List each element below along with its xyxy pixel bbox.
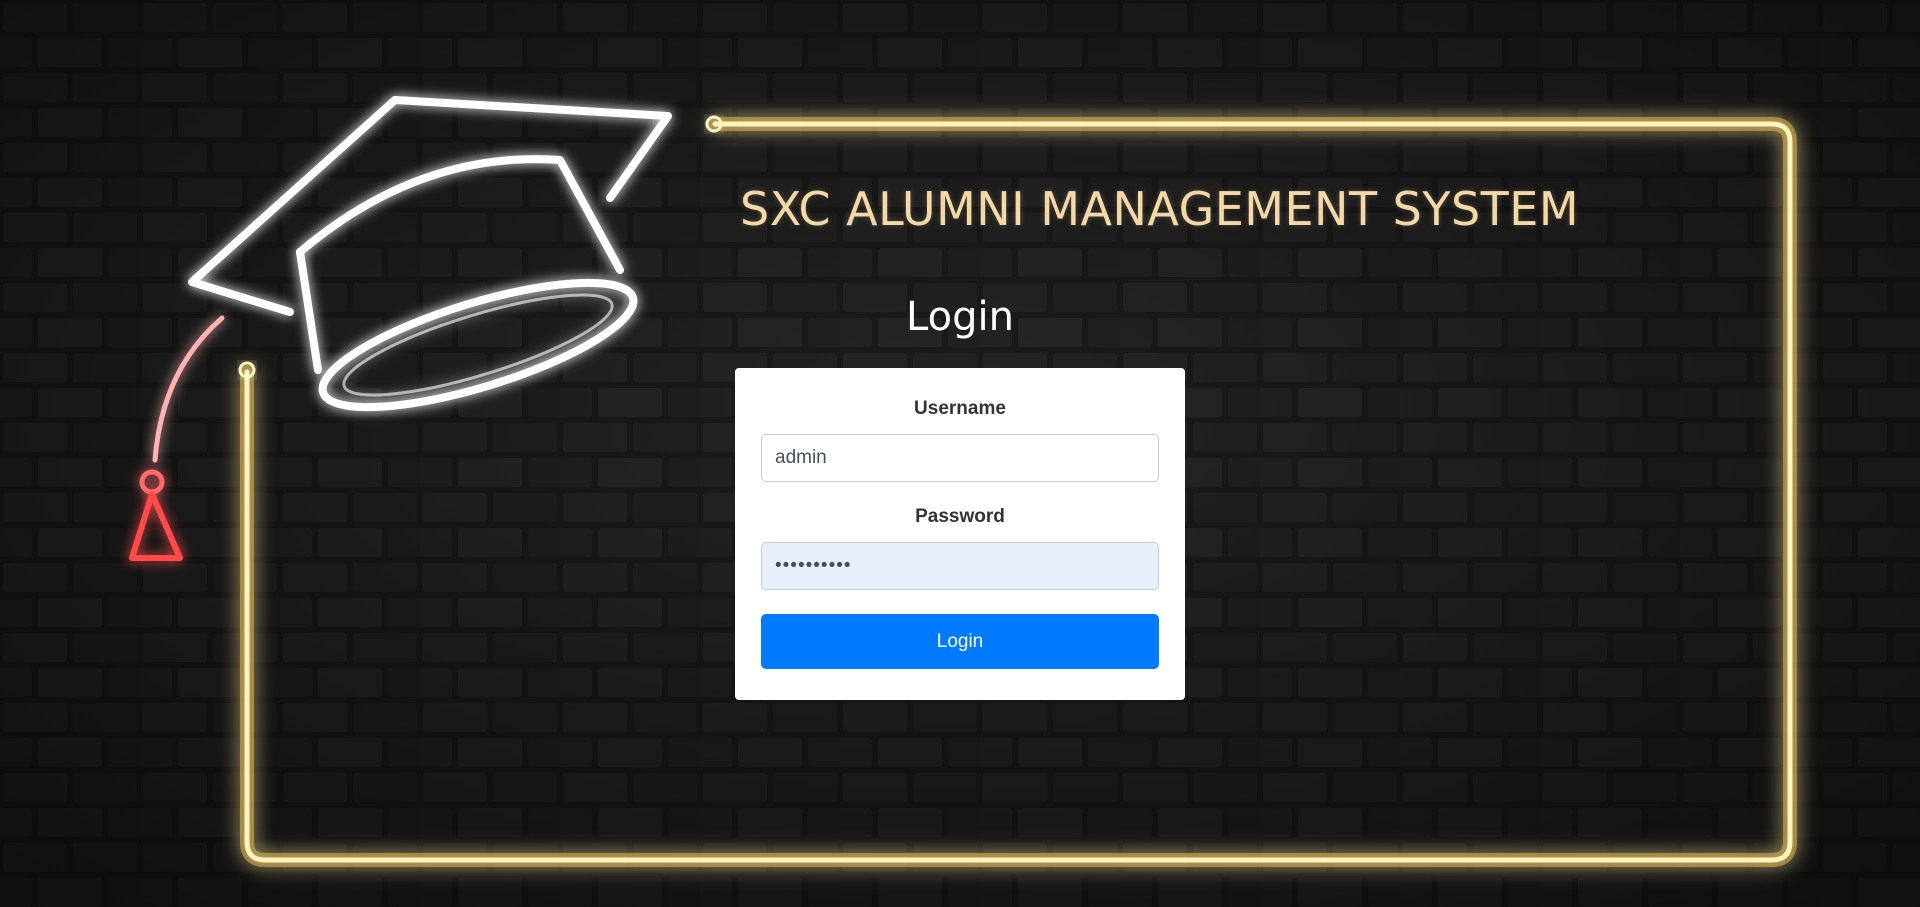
page-title: SXC ALUMNI MANAGEMENT SYSTEM (740, 182, 1580, 236)
username-label: Username (914, 398, 1006, 419)
login-page: SXC ALUMNI MANAGEMENT SYSTEM Login Usern… (0, 0, 1920, 907)
password-input[interactable] (761, 542, 1159, 590)
username-input[interactable] (761, 434, 1159, 482)
password-group: Password (761, 506, 1159, 590)
login-heading: Login (906, 294, 1014, 340)
login-button[interactable]: Login (761, 614, 1159, 669)
username-group: Username (761, 398, 1159, 482)
login-form: Username Password Login (735, 368, 1185, 700)
password-label: Password (915, 506, 1005, 527)
